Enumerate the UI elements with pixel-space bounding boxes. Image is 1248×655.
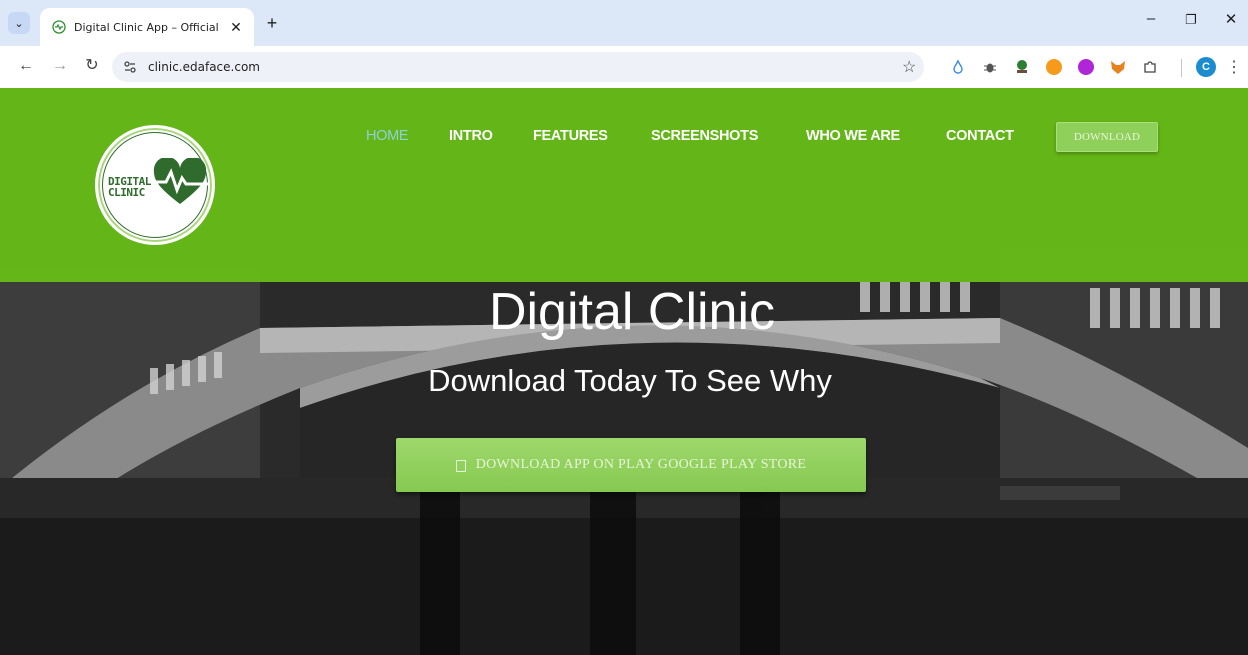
- minimize-icon[interactable]: –: [1136, 10, 1166, 27]
- hero-title: Digital Clinic: [488, 283, 776, 341]
- more-menu-icon[interactable]: ⋮: [1226, 57, 1242, 77]
- logo-text: DIGITAL CLINIC: [108, 175, 151, 199]
- new-tab-button[interactable]: +: [262, 14, 282, 32]
- tab-strip: ⌄ Digital Clinic App – Official Web ✕ + …: [0, 0, 1248, 46]
- cta-label: DOWNLOAD APP ON PLAY GOOGLE PLAY STORE: [475, 457, 807, 472]
- nav-features[interactable]: FEATURES: [533, 128, 608, 144]
- nav-intro[interactable]: INTRO: [449, 128, 493, 144]
- extension-fox-icon[interactable]: [1110, 59, 1126, 75]
- favicon-icon: [52, 20, 66, 34]
- bookmark-star-icon[interactable]: ☆: [902, 57, 916, 77]
- play-store-download-button[interactable]: DOWNLOAD APP ON PLAY GOOGLE PLAY STORE: [396, 438, 866, 492]
- extension-bug-icon[interactable]: [982, 59, 998, 75]
- nav-contact[interactable]: CONTACT: [946, 128, 1014, 144]
- forward-icon[interactable]: →: [50, 58, 70, 74]
- address-bar[interactable]: clinic.edaface.com ☆: [112, 52, 924, 82]
- browser-toolbar: ← → ↻ clinic.edaface.com ☆ C ⋮: [0, 46, 1248, 88]
- restore-icon[interactable]: ❐: [1176, 12, 1206, 28]
- tab-search-button[interactable]: ⌄: [8, 12, 30, 34]
- browser-tab[interactable]: Digital Clinic App – Official Web ✕: [40, 8, 254, 46]
- back-icon[interactable]: ←: [16, 58, 36, 74]
- toolbar-separator: [1181, 59, 1182, 77]
- close-tab-icon[interactable]: ✕: [228, 19, 244, 36]
- hero-subtitle: Download Today To See Why: [428, 363, 832, 398]
- heart-pulse-icon: [152, 158, 208, 204]
- extension-purple-icon[interactable]: [1078, 59, 1094, 75]
- extension-drop-icon[interactable]: [950, 59, 966, 75]
- close-window-icon[interactable]: ✕: [1216, 10, 1246, 28]
- site-info-icon[interactable]: [122, 59, 138, 75]
- extension-tree-icon[interactable]: [1014, 59, 1030, 75]
- nav-home[interactable]: HOME: [366, 128, 409, 144]
- extensions-puzzle-icon[interactable]: [1142, 59, 1158, 75]
- tab-title: Digital Clinic App – Official Web: [74, 20, 222, 34]
- reload-icon[interactable]: ↻: [82, 58, 102, 74]
- profile-avatar[interactable]: C: [1196, 57, 1216, 77]
- nav-who-we-are[interactable]: WHO WE ARE: [806, 128, 900, 144]
- android-icon: [455, 460, 466, 472]
- extension-orange-icon[interactable]: [1046, 59, 1062, 75]
- chevron-down-icon: ⌄: [14, 17, 24, 30]
- web-page: DIGITAL CLINIC HOME INTRO FEATURES SCREE…: [0, 88, 1248, 655]
- nav-screenshots[interactable]: SCREENSHOTS: [651, 128, 758, 144]
- header-download-button[interactable]: DOWNLOAD: [1056, 122, 1158, 152]
- url-text: clinic.edaface.com: [148, 60, 260, 74]
